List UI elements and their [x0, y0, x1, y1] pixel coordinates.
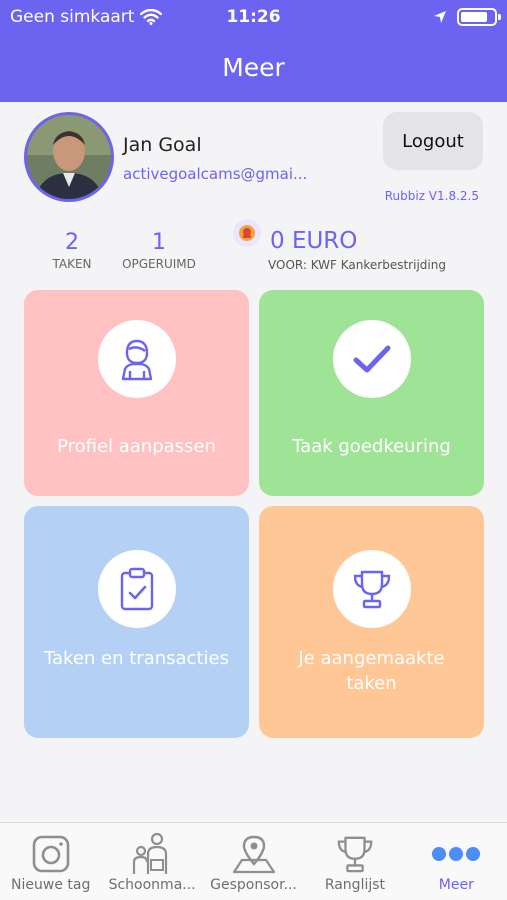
- tab-label: Ranglijst: [324, 877, 386, 893]
- avatar: [24, 112, 114, 202]
- donation-icon: [233, 219, 261, 247]
- tab-schoonmakers[interactable]: Schoonma...: [101, 823, 202, 900]
- stat-taken-label: TAKEN: [52, 257, 92, 271]
- person-icon: [121, 339, 152, 381]
- tile-profiel-aanpassen[interactable]: Profiel aanpassen: [24, 290, 249, 496]
- tile-icon-circle: [332, 320, 411, 398]
- logout-button[interactable]: Logout: [383, 112, 483, 170]
- clock: 11:26: [226, 7, 281, 27]
- tab-ranglijst[interactable]: Ranglijst: [304, 823, 405, 900]
- donation-charity: KWF Kankerbestrijding: [310, 258, 446, 272]
- tile-label: Taken en transacties: [44, 648, 229, 669]
- tile-icon-circle: [97, 320, 176, 398]
- tile-label: Taak goedkeuring: [292, 436, 451, 457]
- trophy-icon: [337, 836, 373, 873]
- stat-opgeruimd: 1 OPGERUIMD: [114, 230, 204, 271]
- avatar-photo: [27, 115, 111, 199]
- donation-badge-icon: [239, 225, 255, 241]
- tab-label: Nieuwe tag: [11, 877, 91, 893]
- tile-label: Profiel aanpassen: [57, 436, 216, 457]
- more-icon: [432, 847, 481, 861]
- tile-taak-goedkeuring[interactable]: Taak goedkeuring: [259, 290, 484, 496]
- donation-for-label: VOOR:: [268, 258, 307, 272]
- stat-opgeruimd-value: 1: [152, 230, 166, 255]
- user-email: activegoalcams@gmai...: [123, 165, 308, 183]
- trophy-icon: [353, 570, 390, 609]
- app-version: Rubbiz V1.8.2.5: [384, 189, 479, 203]
- stat-opgeruimd-label: OPGERUIMD: [122, 257, 196, 271]
- tile-label: Je aangemaakte taken: [298, 648, 445, 694]
- tab-bar: Nieuwe tag Schoonma... Gesponsor... Rang…: [0, 822, 507, 900]
- stat-taken: 2 TAKEN: [46, 230, 98, 271]
- tile-je-aangemaakte-taken[interactable]: Je aangemaakte taken: [259, 506, 484, 738]
- user-name: Jan Goal: [123, 134, 202, 156]
- battery-icon: [457, 8, 501, 26]
- nav-bar: Meer: [0, 34, 507, 102]
- tile-taken-en-transacties[interactable]: Taken en transacties: [24, 506, 249, 738]
- stat-taken-value: 2: [65, 230, 79, 255]
- page-title: Meer: [222, 53, 285, 82]
- tile-icon-circle: [97, 550, 176, 628]
- map-pin-icon: [232, 835, 275, 874]
- cleaners-icon: [133, 832, 168, 874]
- donation-amount: 0 EURO: [270, 228, 358, 254]
- tab-label: Schoonma...: [108, 877, 196, 893]
- location-arrow-icon: [434, 11, 446, 23]
- tab-label: Meer: [438, 877, 474, 893]
- tab-label: Gesponsor...: [210, 877, 297, 893]
- clipboard-icon: [120, 567, 153, 611]
- tile-icon-circle: [332, 550, 411, 628]
- camera-icon: [32, 835, 70, 873]
- tab-meer[interactable]: Meer: [406, 823, 507, 900]
- status-right: [433, 8, 501, 26]
- status-bar: Geen simkaart 11:26: [0, 0, 507, 34]
- checkmark-icon: [353, 345, 390, 373]
- tab-gesponsord[interactable]: Gesponsor...: [203, 823, 304, 900]
- tab-nieuwe-tag[interactable]: Nieuwe tag: [0, 823, 101, 900]
- donation-for: VOOR: KWF Kankerbestrijding: [268, 258, 446, 272]
